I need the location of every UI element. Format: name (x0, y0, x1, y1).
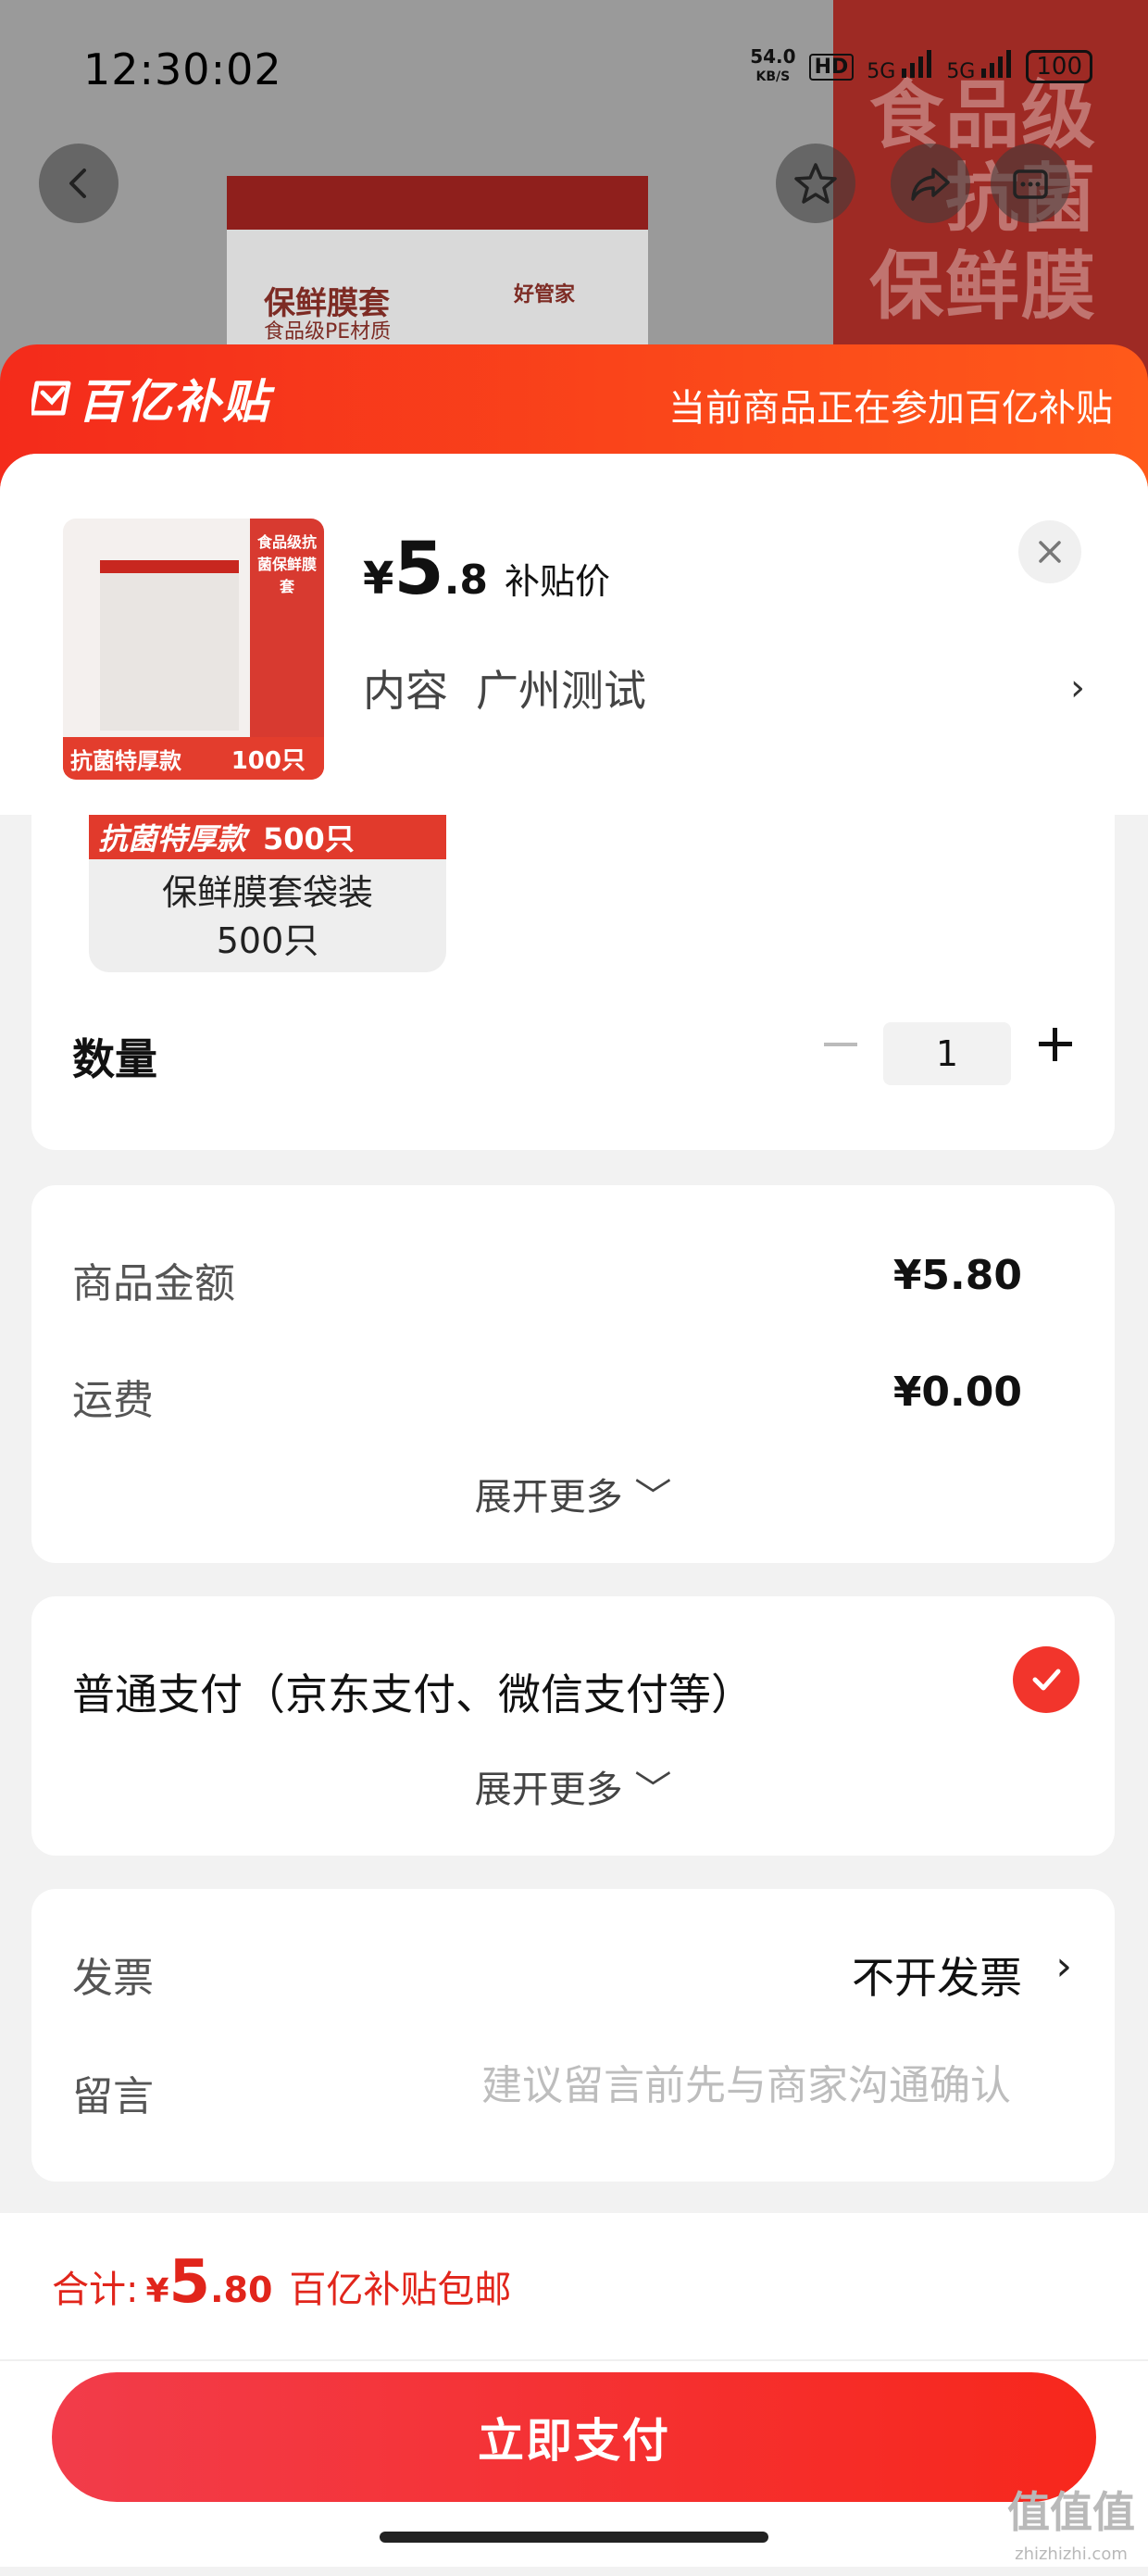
shipping-value: ¥0.00 (892, 1369, 1022, 1416)
total-amount: 合计: ¥ 5 .80 百亿补贴包邮 (52, 2248, 512, 2317)
spec-label: 内容 (363, 666, 448, 716)
quantity-label: 数量 (72, 1034, 157, 1084)
network-speed: 54.0 KB/S (750, 45, 796, 84)
plus-icon (1039, 1028, 1072, 1061)
subsidy-note: 当前商品正在参加百亿补贴 (668, 387, 1113, 430)
total-label: 合计: (52, 2269, 139, 2311)
signal-icon: 5G (867, 50, 933, 83)
selected-spec-row[interactable]: 内容 广州测试 › (363, 657, 1085, 719)
product-thumbnail[interactable]: 食品级抗菌保鲜膜套 抗菌特厚款 100只 (63, 519, 324, 780)
status-bar-icons: 54.0 KB/S HD 5G 5G 100 (750, 46, 1092, 87)
quantity-increase-button[interactable] (1029, 1019, 1081, 1070)
share-button[interactable] (891, 144, 970, 223)
battery-icon: 100 (1026, 50, 1092, 83)
footer-divider (0, 2359, 1148, 2361)
total-tag: 百亿补贴包邮 (289, 2269, 512, 2311)
hd-icon: HD (808, 53, 855, 81)
thumb-badge: 抗菌特厚款 100只 (63, 737, 324, 780)
invoice-value[interactable]: 不开发票 (852, 1945, 1022, 2006)
spec-value: 广州测试 (476, 666, 646, 716)
goods-amount-label: 商品金额 (72, 1260, 235, 1307)
signal-icon-2: 5G (946, 50, 1013, 83)
subsidy-price: ¥ 5 .8 补贴价 (363, 528, 611, 611)
payment-selected-checkbox[interactable] (1013, 1646, 1079, 1713)
sku-option[interactable]: 抗菌特厚款 500只 保鲜膜套袋装 500只 (89, 815, 446, 972)
home-indicator[interactable] (380, 2532, 768, 2543)
more-button[interactable] (991, 144, 1070, 223)
pay-now-button[interactable]: 立即支付 (52, 2372, 1096, 2502)
close-button[interactable] (1018, 520, 1081, 583)
more-icon (1013, 169, 1048, 199)
payment-method-label[interactable]: 普通支付（京东支付、微信支付等） (72, 1661, 754, 1722)
payment-card: 普通支付（京东支付、微信支付等） 展开更多 ﹀ (31, 1596, 1115, 1856)
status-time: 12:30:02 (83, 44, 282, 94)
star-icon (794, 163, 837, 204)
back-button[interactable] (39, 144, 119, 223)
message-label: 留言 (72, 2073, 154, 2120)
banner-text-3: 保鲜膜 (869, 244, 1097, 330)
minus-icon (824, 1043, 857, 1046)
chevron-right-icon: › (1070, 667, 1085, 709)
price-tag: 补贴价 (505, 561, 611, 602)
invoice-label: 发票 (72, 1955, 154, 2002)
favorite-button[interactable] (776, 144, 855, 223)
invoice-card: 发票 不开发票 › 留言 (31, 1889, 1115, 2182)
share-icon (911, 168, 950, 201)
chevron-right-icon[interactable]: › (1055, 1943, 1072, 1990)
shipping-label: 运费 (72, 1377, 154, 1424)
thumb-side-text: 食品级抗菌保鲜膜套 (256, 533, 317, 595)
watermark-logo: 值值值 zhizhizhi.com (1007, 2487, 1135, 2564)
sku-option-banner: 抗菌特厚款 500只 (89, 815, 446, 859)
quantity-value[interactable]: 1 (883, 1022, 1011, 1085)
sku-option-label: 保鲜膜套袋装 500只 (161, 872, 373, 961)
amount-card: 商品金额 ¥5.80 运费 ¥0.00 展开更多 ﹀ (31, 1185, 1115, 1563)
expand-more-amounts[interactable]: 展开更多 ﹀ (31, 1467, 1115, 1520)
subsidy-logo-icon (31, 381, 71, 416)
subsidy-logo: 百亿补贴 (31, 369, 270, 429)
chevron-left-icon (69, 169, 86, 198)
hero-brand: 好管家 (514, 283, 576, 306)
close-icon (1039, 541, 1061, 563)
hero-subtitle: 食品级PE材质 (264, 320, 392, 344)
check-icon (1032, 1669, 1061, 1691)
quantity-decrease-button[interactable] (815, 1019, 867, 1070)
goods-amount-value: ¥5.80 (892, 1252, 1022, 1299)
expand-more-payment[interactable]: 展开更多 ﹀ (31, 1759, 1115, 1813)
subsidy-logo-text: 百亿补贴 (78, 375, 270, 429)
message-input[interactable] (361, 2061, 1013, 2110)
